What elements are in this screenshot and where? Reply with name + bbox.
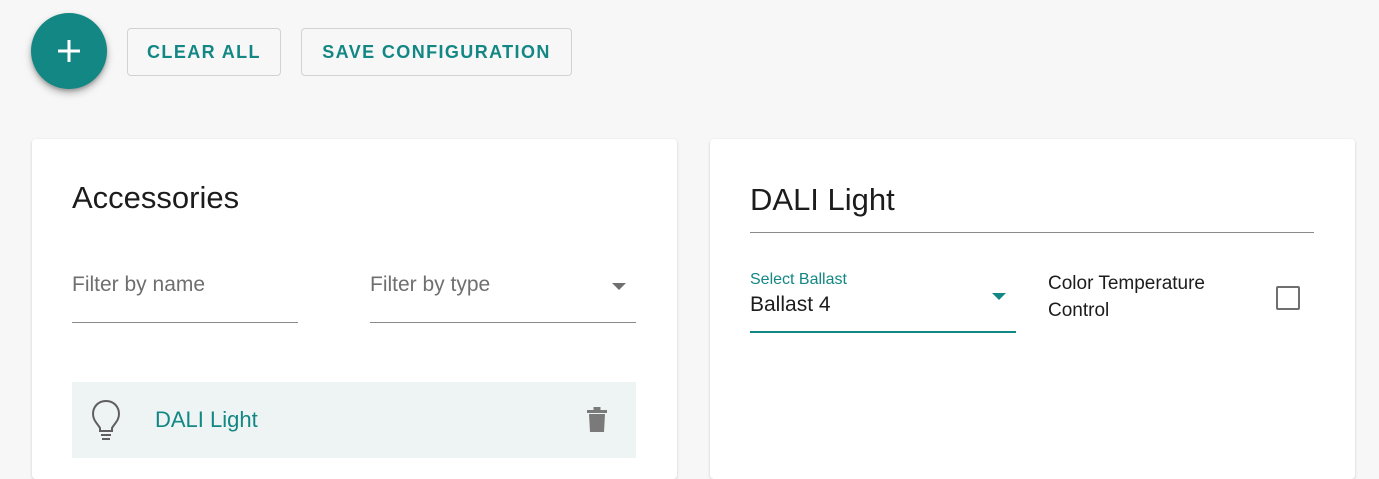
color-temperature-checkbox[interactable] (1276, 286, 1300, 310)
clear-all-button[interactable]: CLEAR ALL (127, 28, 281, 76)
filter-by-type-placeholder: Filter by type (370, 273, 491, 296)
accessories-title: Accessories (72, 180, 240, 215)
filter-by-name-field[interactable]: Filter by name (72, 259, 298, 323)
accessories-card: Accessories Filter by name Filter by typ… (32, 139, 677, 479)
trash-icon[interactable] (586, 407, 608, 433)
accessory-name-input[interactable]: DALI Light (750, 179, 1314, 233)
accessory-name: DALI Light (155, 407, 258, 432)
dropdown-arrow-icon (612, 283, 626, 290)
select-ballast-dropdown[interactable]: Select Ballast Ballast 4 (750, 267, 1016, 333)
plus-icon (58, 40, 80, 62)
accessory-name-value: DALI Light (750, 182, 895, 217)
accessory-list-item[interactable]: DALI Light (72, 382, 636, 458)
filter-by-type-select[interactable]: Filter by type (370, 259, 636, 323)
select-ballast-value: Ballast 4 (750, 293, 831, 316)
color-temperature-label: Color Temperature Control (1048, 273, 1206, 321)
add-accessory-button[interactable] (31, 13, 107, 89)
filter-by-name-placeholder: Filter by name (72, 273, 206, 296)
lightbulb-outline-icon (91, 399, 121, 440)
dropdown-arrow-icon (992, 293, 1006, 300)
save-configuration-button[interactable]: SAVE CONFIGURATION (301, 28, 572, 76)
accessory-detail-card: DALI Light Select Ballast Ballast 4 Colo… (710, 139, 1355, 479)
select-ballast-label: Select Ballast (750, 271, 847, 288)
